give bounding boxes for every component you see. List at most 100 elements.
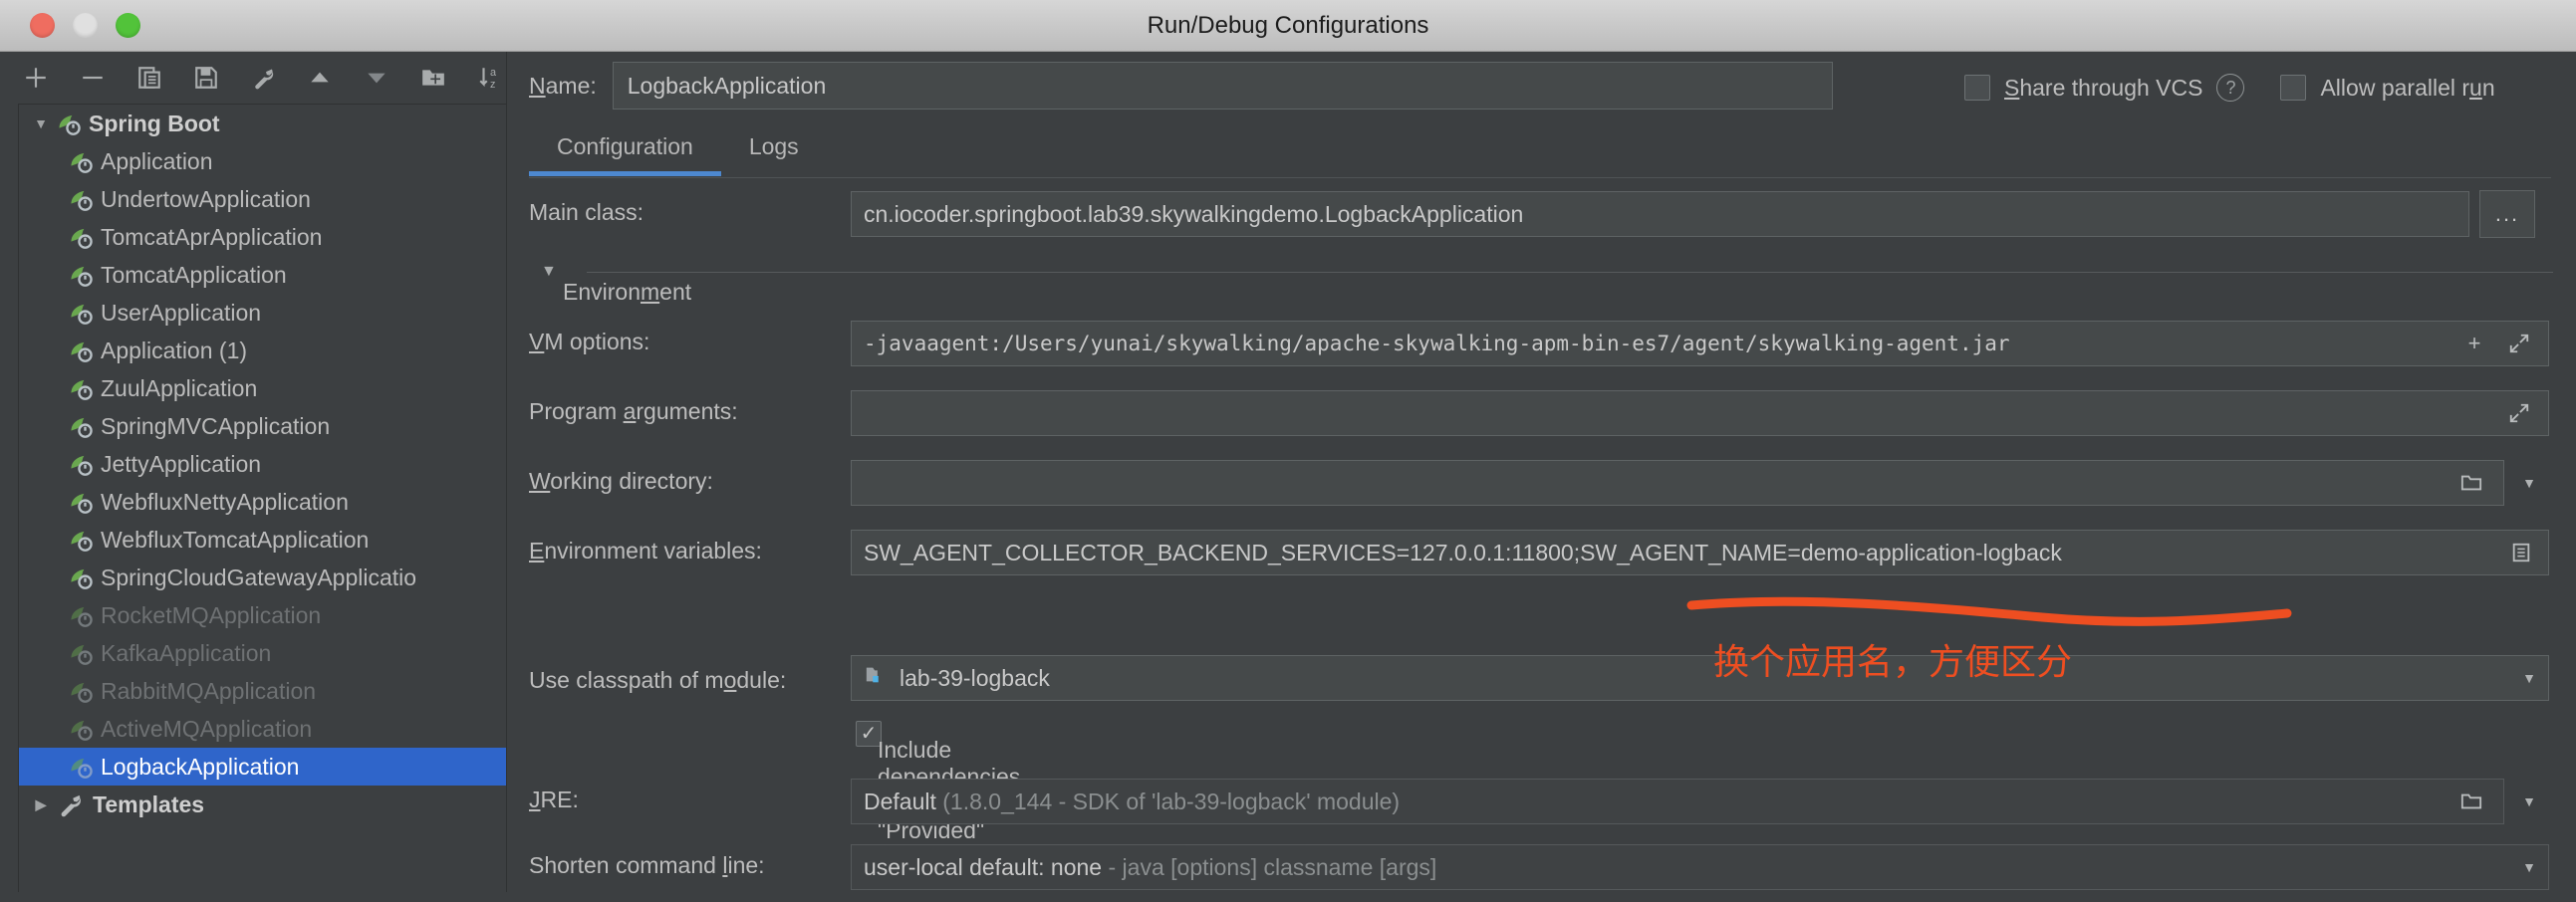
share-through-vcs-checkbox[interactable]	[1964, 75, 1990, 101]
tree-node-templates[interactable]: ▶ Templates	[19, 786, 506, 823]
tab-logs[interactable]: Logs	[721, 121, 827, 176]
chevron-down-icon[interactable]: ▼	[541, 263, 557, 281]
include-dependencies-group[interactable]: ✓ Include dependencies with "Provided" s…	[856, 721, 1020, 870]
tree-node-label: WebfluxTomcatApplication	[101, 526, 370, 553]
vm-options-expand-icon[interactable]	[2499, 321, 2539, 366]
spring-boot-icon	[71, 493, 93, 514]
include-dependencies-row: ✓ Include dependencies with "Provided" s…	[507, 713, 2576, 870]
tree-node-undertowapplication[interactable]: UndertowApplication	[19, 180, 506, 218]
spring-boot-icon	[71, 341, 93, 362]
tree-node-activemqapplication[interactable]: ActiveMQApplication	[19, 710, 506, 748]
tree-node-springmvcapplication[interactable]: SpringMVCApplication	[19, 407, 506, 445]
spring-boot-icon	[71, 758, 93, 779]
share-through-vcs-label[interactable]: Share through VCS	[2004, 75, 2202, 102]
spring-boot-icon	[71, 228, 93, 249]
jre-combo[interactable]: Default (1.8.0_144 - SDK of 'lab-39-logb…	[851, 779, 2504, 824]
spring-boot-icon	[71, 606, 93, 627]
jre-label: JRE:	[529, 787, 579, 812]
tree-node-application[interactable]: Application	[19, 142, 506, 180]
shorten-command-line-combo[interactable]: user-local default: none - java [options…	[851, 844, 2549, 890]
vm-options-label: VM options:	[529, 329, 650, 354]
svg-text:a: a	[490, 67, 497, 79]
tree-node-webfluxtomcatapplication[interactable]: WebfluxTomcatApplication	[19, 521, 506, 559]
tree-node-userapplication[interactable]: UserApplication	[19, 294, 506, 332]
window-title: Run/Debug Configurations	[1147, 11, 1429, 39]
tree-node-label: RabbitMQApplication	[101, 677, 317, 704]
tree-node-spring-boot[interactable]: ▼ Spring Boot	[19, 105, 506, 142]
environment-section-header[interactable]: ▼ Environment	[541, 263, 2553, 305]
allow-parallel-run-checkbox[interactable]	[2280, 75, 2307, 101]
shorten-command-line-row: Shorten command line: user-local default…	[507, 836, 2576, 902]
main-class-browse-button[interactable]: ...	[2479, 190, 2535, 238]
tree-node-jettyapplication[interactable]: JettyApplication	[19, 445, 506, 483]
jre-row: JRE: Default (1.8.0_144 - SDK of 'lab-39…	[507, 771, 2576, 836]
tree-node-logbackapplication[interactable]: LogbackApplication	[19, 748, 506, 786]
environment-variables-browse-icon[interactable]	[2501, 530, 2541, 575]
move-down-icon[interactable]	[361, 60, 392, 96]
spring-boot-icon	[71, 266, 93, 287]
tree-node-rabbitmqapplication[interactable]: RabbitMQApplication	[19, 672, 506, 710]
add-icon[interactable]	[20, 60, 52, 96]
move-up-icon[interactable]	[304, 60, 336, 96]
jre-folder-icon[interactable]	[2451, 779, 2491, 824]
tree-node-zuulapplication[interactable]: ZuulApplication	[19, 369, 506, 407]
editor-tabs: Configuration Logs	[529, 121, 827, 176]
use-classpath-of-module-label: Use classpath of module:	[529, 667, 787, 693]
spring-boot-icon	[59, 114, 81, 135]
program-arguments-input[interactable]	[851, 390, 2549, 436]
tree-node-rocketmqapplication[interactable]: RocketMQApplication	[19, 596, 506, 634]
program-arguments-expand-icon[interactable]	[2499, 390, 2539, 436]
run-configuration-tree[interactable]: ▼ Spring Boot Application UndertowApplic…	[18, 104, 506, 892]
configuration-options-group: Share through VCS ? Allow parallel run	[1964, 74, 2495, 102]
chevron-right-icon[interactable]: ▶	[27, 796, 55, 813]
tree-node-label: Application	[101, 147, 213, 174]
module-icon	[864, 656, 888, 700]
chevron-down-icon[interactable]: ▼	[27, 115, 55, 131]
shorten-command-line-label: Shorten command line:	[529, 852, 765, 878]
tab-configuration[interactable]: Configuration	[529, 121, 721, 176]
shorten-command-line-value: user-local default: none	[864, 854, 1103, 880]
vm-options-input[interactable]: -javaagent:/Users/yunai/skywalking/apach…	[851, 321, 2549, 366]
main-class-input[interactable]: cn.iocoder.springboot.lab39.skywalkingde…	[851, 191, 2469, 237]
edit-templates-wrench-icon[interactable]	[247, 60, 279, 96]
tree-node-label: TomcatApplication	[101, 261, 287, 288]
tree-node-springcloudgatewayapplicatio[interactable]: SpringCloudGatewayApplicatio	[19, 559, 506, 596]
help-icon[interactable]: ?	[2216, 74, 2245, 102]
tree-node-tomcatapplication[interactable]: TomcatApplication	[19, 256, 506, 294]
environment-variables-label: Environment variables:	[529, 538, 762, 564]
wrench-icon	[61, 794, 81, 817]
spring-boot-icon	[71, 568, 93, 589]
use-classpath-of-module-dropdown-icon[interactable]: ▼	[2507, 655, 2551, 701]
remove-icon[interactable]	[77, 60, 109, 96]
tree-node-tomcataprapplication[interactable]: TomcatAprApplication	[19, 218, 506, 256]
tree-node-application-1[interactable]: Application (1)	[19, 332, 506, 369]
copy-configuration-icon[interactable]	[133, 60, 165, 96]
configuration-form: Main class: cn.iocoder.springboot.lab39.…	[507, 183, 2576, 902]
environment-variables-input[interactable]: SW_AGENT_COLLECTOR_BACKEND_SERVICES=127.…	[851, 530, 2549, 575]
vm-options-add-icon[interactable]: +	[2454, 321, 2494, 366]
name-input[interactable]: LogbackApplication	[612, 62, 1833, 110]
spring-boot-icon	[71, 417, 93, 438]
save-configuration-icon[interactable]	[190, 60, 222, 96]
spring-boot-icon	[71, 190, 93, 211]
working-directory-input[interactable]	[851, 460, 2504, 506]
configurations-toolbar: a z	[0, 52, 506, 104]
working-directory-folder-icon[interactable]	[2451, 460, 2491, 506]
spring-boot-icon	[71, 720, 93, 741]
name-label: Name:	[529, 72, 597, 99]
tree-node-webfluxnettyapplication[interactable]: WebfluxNettyApplication	[19, 483, 506, 521]
jre-dropdown-icon[interactable]: ▼	[2507, 779, 2551, 824]
shorten-command-line-dropdown-icon[interactable]: ▼	[2507, 844, 2551, 890]
use-classpath-of-module-combo[interactable]: lab-39-logback	[851, 655, 2549, 701]
new-folder-icon[interactable]	[417, 60, 449, 96]
svg-text:z: z	[490, 79, 495, 91]
tree-node-label: Spring Boot	[89, 110, 220, 136]
spring-boot-icon	[71, 304, 93, 325]
spring-boot-icon	[71, 379, 93, 400]
allow-parallel-run-label[interactable]: Allow parallel run	[2320, 75, 2494, 102]
tree-node-kafkaapplication[interactable]: KafkaApplication	[19, 634, 506, 672]
spring-boot-icon	[71, 531, 93, 552]
sort-alphabetically-icon[interactable]: a z	[474, 60, 506, 96]
main-class-label: Main class:	[529, 199, 644, 225]
working-directory-dropdown-icon[interactable]: ▼	[2507, 460, 2551, 506]
